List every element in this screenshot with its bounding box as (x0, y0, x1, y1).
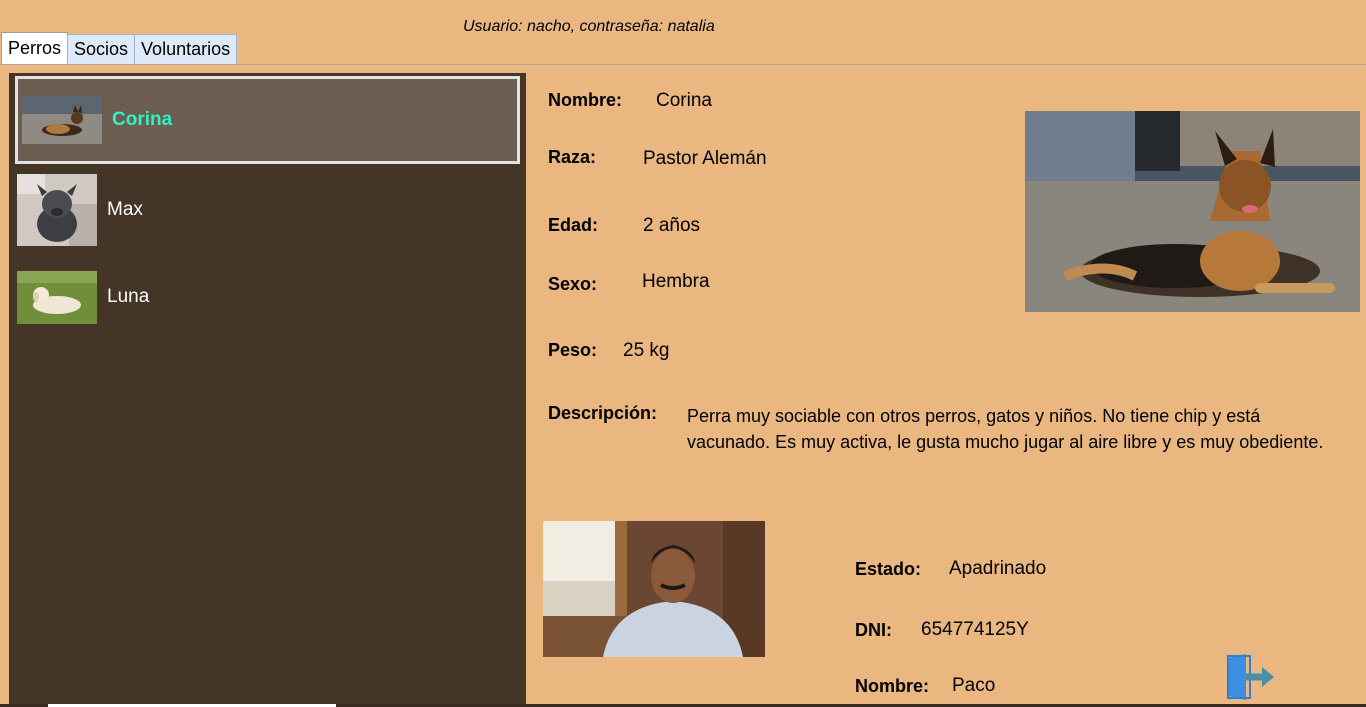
tab-perros[interactable]: Perros (1, 32, 69, 64)
sponsor-photo (543, 521, 765, 657)
dog-list-item-luna[interactable]: Luna (15, 269, 522, 325)
sponsor-nombre-label: Nombre: (855, 676, 930, 696)
dog-name: Luna (107, 286, 150, 307)
dog-name: Max (107, 199, 143, 220)
dog-name: Corina (112, 109, 173, 130)
credentials-hint: Usuario: nacho, contraseña: natalia (463, 18, 715, 35)
descripcion-value: Perra muy sociable con otros perros, gat… (687, 406, 1324, 452)
tab-socios[interactable]: Socios (67, 34, 136, 64)
dni-label: DNI: (855, 620, 892, 640)
dog-list-item-max[interactable]: Max (15, 174, 522, 246)
peso-value: 25 kg (623, 340, 670, 361)
tab-bar: Perros Socios Voluntarios (1, 32, 238, 65)
sexo-value: Hembra (642, 271, 710, 292)
dog-photo (1025, 111, 1360, 312)
nombre-label: Nombre: (548, 90, 623, 110)
nombre-value: Corina (656, 90, 712, 111)
sponsor-nombre-value: Paco (952, 675, 996, 696)
dog-list[interactable]: Corina Max Luna (9, 73, 526, 707)
descripcion-label: Descripción: (548, 403, 658, 423)
peso-label: Peso: (548, 340, 598, 360)
dog-list-item-corina[interactable]: Corina (15, 76, 520, 164)
dog-thumbnail-max (17, 174, 97, 246)
edad-value: 2 años (643, 215, 701, 236)
estado-value: Apadrinado (949, 558, 1047, 579)
logout-icon[interactable] (1224, 652, 1276, 702)
estado-label: Estado: (855, 559, 922, 579)
tab-divider (0, 64, 1366, 65)
edad-label: Edad: (548, 215, 599, 235)
tab-voluntarios[interactable]: Voluntarios (134, 34, 238, 64)
dog-thumbnail-luna (17, 270, 97, 324)
dni-value: 654774125Y (921, 619, 1029, 640)
sexo-label: Sexo: (548, 274, 598, 294)
raza-value: Pastor Alemán (643, 148, 767, 169)
dog-thumbnail-corina (22, 96, 102, 144)
raza-label: Raza: (548, 147, 597, 167)
